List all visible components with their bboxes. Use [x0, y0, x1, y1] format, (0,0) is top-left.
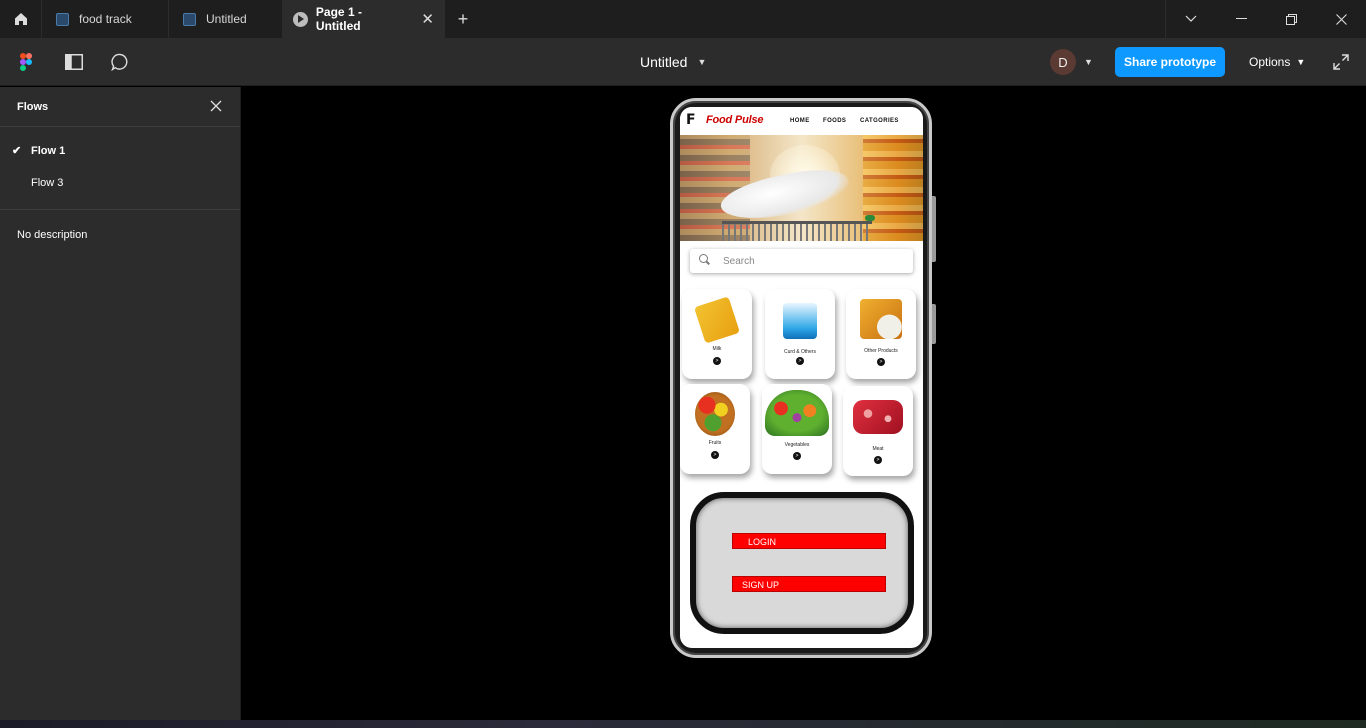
- login-button[interactable]: LOGIN: [732, 533, 886, 549]
- close-window-button[interactable]: [1316, 0, 1366, 38]
- search-icon: [699, 254, 708, 263]
- restore-icon: [1285, 13, 1297, 25]
- flow-item-1[interactable]: ✔ Flow 1: [0, 135, 240, 167]
- chevron-down-icon: ▼: [1296, 57, 1306, 67]
- flow-label: Flow 1: [31, 145, 66, 157]
- minimize-button[interactable]: [1216, 0, 1266, 38]
- phone-screen: F Food Pulse HOME FOODS CATGORIES Search…: [680, 107, 923, 648]
- category-card-curd[interactable]: Curd & Others >: [765, 289, 835, 379]
- document-title[interactable]: Untitled ▼: [640, 38, 706, 86]
- category-label: Curd & Others: [784, 349, 816, 355]
- app-navbar: F Food Pulse HOME FOODS CATGORIES: [680, 107, 923, 135]
- tab-untitled[interactable]: Untitled: [169, 0, 283, 38]
- category-card-fruits[interactable]: Fruits >: [680, 384, 750, 474]
- flow-description: No description: [17, 229, 88, 241]
- category-card-milk[interactable]: Milk >: [682, 289, 752, 379]
- tab-label: food track: [79, 12, 132, 26]
- phone-side-button: [932, 304, 936, 344]
- category-label: Vegetables: [784, 442, 810, 448]
- checkmark-icon: ✔: [12, 145, 22, 157]
- minimize-icon: [1235, 18, 1247, 19]
- comment-button[interactable]: [108, 38, 132, 86]
- category-label: Fruits: [708, 440, 722, 446]
- category-card-vegetables[interactable]: Vegetables >: [762, 384, 832, 474]
- arrow-button[interactable]: >: [711, 451, 719, 459]
- figma-logo-icon: [20, 53, 32, 71]
- curd-packet-image: [783, 303, 817, 339]
- figma-menu-button[interactable]: [14, 38, 38, 86]
- auth-panel: LOGIN SIGN UP: [690, 492, 914, 634]
- window-controls: [1165, 0, 1366, 38]
- category-label: Other Products: [864, 348, 898, 354]
- cart-handle: [865, 215, 875, 221]
- app-logo: F: [686, 112, 696, 128]
- new-tab-button[interactable]: +: [445, 0, 481, 38]
- flow-list: ✔ Flow 1 Flow 3: [0, 127, 240, 210]
- home-icon: [14, 13, 27, 25]
- panel-title: Flows: [17, 100, 49, 113]
- chevron-down-icon: ▼: [697, 57, 707, 67]
- fruit-basket-image: [695, 392, 735, 436]
- app-brand: Food Pulse: [706, 114, 764, 126]
- home-tab[interactable]: [0, 0, 42, 38]
- chevron-down-icon: ▼: [1084, 57, 1093, 67]
- play-icon: [293, 11, 308, 27]
- arrow-button[interactable]: >: [874, 456, 882, 464]
- flows-panel: Flows ✔ Flow 1 Flow 3 No description: [0, 87, 241, 728]
- search-input[interactable]: Search: [690, 249, 913, 273]
- flow-item-3[interactable]: Flow 3: [0, 167, 240, 199]
- sidebar-toggle-icon: [65, 54, 83, 70]
- comment-icon: [111, 53, 128, 71]
- close-icon[interactable]: [208, 98, 224, 114]
- tab-label: Page 1 - Untitled: [315, 5, 362, 33]
- close-tab-icon[interactable]: ✕: [421, 10, 434, 28]
- fullscreen-button[interactable]: [1330, 38, 1352, 86]
- nav-home[interactable]: HOME: [790, 118, 810, 124]
- hero-banner-image: [680, 135, 923, 241]
- flows-panel-header: Flows: [0, 87, 240, 127]
- category-label: Meat: [872, 446, 884, 452]
- shopping-cart: [722, 221, 872, 241]
- sidebar-toggle-button[interactable]: [62, 38, 86, 86]
- arrow-button[interactable]: >: [796, 357, 804, 365]
- category-card-meat[interactable]: Meat >: [843, 386, 913, 476]
- category-card-other-products[interactable]: Other Products >: [846, 289, 916, 379]
- nav-categories[interactable]: CATGORIES: [860, 118, 899, 124]
- phone-side-button: [932, 196, 936, 262]
- options-menu-button[interactable]: Options ▼: [1249, 38, 1305, 86]
- arrow-button[interactable]: >: [713, 357, 721, 365]
- chevron-down-icon: [1185, 15, 1197, 22]
- restore-button[interactable]: [1266, 0, 1316, 38]
- toolbar: Untitled ▼ D ▼ Share prototype Options ▼: [0, 38, 1366, 86]
- meat-image: [853, 400, 903, 434]
- nav-foods[interactable]: FOODS: [823, 118, 846, 124]
- options-label: Options: [1249, 55, 1291, 69]
- arrow-button[interactable]: >: [877, 358, 885, 366]
- file-icon: [183, 12, 196, 26]
- signup-button[interactable]: SIGN UP: [732, 576, 886, 592]
- tab-prototype[interactable]: Page 1 - Untitled ✕: [283, 0, 445, 38]
- document-title-text: Untitled: [640, 54, 688, 70]
- file-icon: [56, 12, 69, 26]
- tab-bar: food track Untitled Page 1 - Untitled ✕ …: [0, 0, 1366, 38]
- tabs-menu-button[interactable]: [1166, 0, 1216, 38]
- search-placeholder: Search: [723, 256, 755, 267]
- avatar: D: [1050, 49, 1076, 75]
- arrow-button[interactable]: >: [793, 452, 801, 460]
- expand-icon: [1333, 54, 1349, 70]
- category-label: Milk: [712, 346, 722, 352]
- tab-food-track[interactable]: food track: [42, 0, 169, 38]
- user-menu[interactable]: D ▼: [1050, 48, 1098, 76]
- plus-icon: +: [457, 8, 469, 29]
- share-prototype-button[interactable]: Share prototype: [1115, 47, 1225, 77]
- vegetables-image: [765, 390, 829, 436]
- paneer-packet-image: [860, 299, 902, 339]
- shelf-right: [863, 135, 923, 241]
- flow-label: Flow 3: [31, 177, 64, 189]
- close-icon: [1335, 13, 1347, 25]
- tab-label: Untitled: [206, 12, 247, 26]
- bottom-strip: [0, 720, 1366, 728]
- milk-packet-image: [694, 296, 740, 344]
